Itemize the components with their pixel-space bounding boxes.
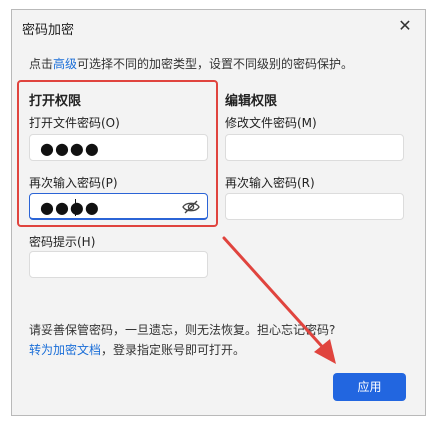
password-hint-field[interactable] [29, 251, 208, 278]
encrypted-doc-note: 转为加密文档，登录指定账号即可打开。 [29, 341, 245, 358]
edit-password-field[interactable] [225, 134, 404, 161]
password-hint-label: 密码提示(H) [29, 235, 96, 249]
apply-button[interactable]: 应用 [333, 373, 406, 401]
encryption-hint: 点击高级可选择不同的加密类型，设置不同级别的密码保护。 [29, 55, 353, 72]
hint-suffix: 可选择不同的加密类型，设置不同级别的密码保护。 [77, 57, 354, 71]
encrypted-doc-note-suffix: ，登录指定账号即可打开。 [101, 343, 246, 357]
edit-permission-title: 编辑权限 [225, 94, 278, 109]
close-icon[interactable]: ✕ [395, 16, 415, 36]
edit-password-confirm-label: 再次输入密码(R) [225, 176, 315, 190]
dialog-title: 密码加密 [22, 23, 75, 38]
edit-password-confirm-field[interactable] [225, 193, 404, 220]
open-permission-highlight-box [17, 80, 218, 227]
hint-prefix: 点击 [29, 57, 54, 71]
convert-encrypted-doc-link[interactable]: 转为加密文档 [29, 343, 101, 357]
edit-password-label: 修改文件密码(M) [225, 116, 317, 130]
advanced-link[interactable]: 高级 [53, 57, 77, 71]
password-encryption-dialog: 密码加密 ✕ 点击高级可选择不同的加密类型，设置不同级别的密码保护。 打开权限 … [11, 9, 426, 416]
password-warning-note: 请妥善保管密码，一旦遗忘，则无法恢复。担心忘记密码? [29, 323, 336, 337]
